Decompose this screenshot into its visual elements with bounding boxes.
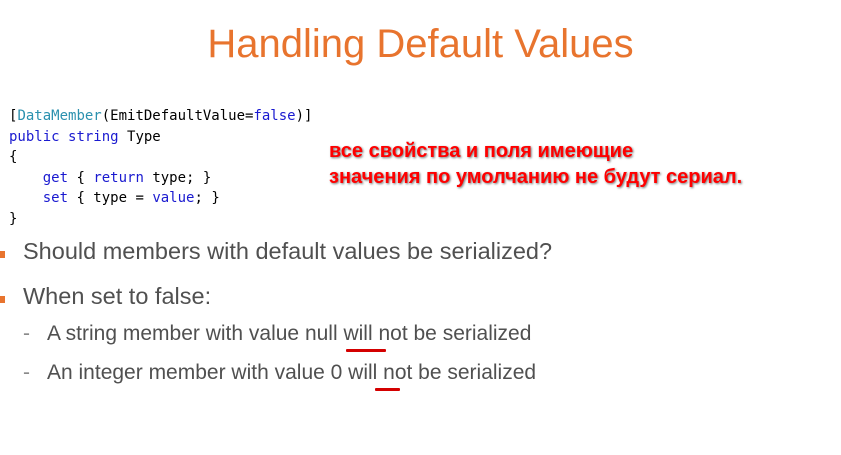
code-token-keyword: set bbox=[42, 190, 69, 206]
sub-bullet-text-before: An integer member with value bbox=[47, 361, 331, 384]
bullet-text: When set to false: bbox=[23, 283, 212, 309]
sub-bullet-text: A string member with value null will not… bbox=[47, 322, 531, 346]
code-token-keyword: get bbox=[42, 169, 69, 186]
code-token: Type bbox=[118, 128, 161, 145]
code-token-keyword: false bbox=[253, 108, 296, 124]
red-underline-zero bbox=[375, 388, 400, 391]
sub-bullet-text: An integer member with value 0 will not … bbox=[47, 361, 536, 385]
sub-bullet-text-after: will not be serialized bbox=[342, 361, 537, 384]
sub-bullet-text-after: will not be serialized bbox=[337, 322, 532, 345]
annotation-line: значения по умолчанию не будут сериал. bbox=[329, 166, 743, 188]
code-token: { bbox=[68, 169, 94, 186]
sub-bullet-text-before: A string member with value bbox=[47, 322, 305, 345]
code-token: type; } bbox=[143, 169, 212, 186]
code-block: [DataMember(EmitDefaultValue=false)] pub… bbox=[9, 106, 312, 229]
code-token: )] bbox=[295, 108, 313, 124]
bullet-marker-icon bbox=[0, 296, 5, 303]
code-token: { bbox=[9, 149, 18, 165]
code-token: (EmitDefaultValue= bbox=[101, 108, 254, 124]
annotation-line: все свойства и поля имеющие bbox=[329, 140, 634, 162]
bullet-text: Should members with default values be se… bbox=[23, 238, 553, 264]
code-token-type: DataMember bbox=[17, 108, 102, 124]
code-token: ; } bbox=[194, 190, 220, 206]
dash-marker: - bbox=[23, 322, 30, 345]
highlighted-value: null bbox=[304, 322, 338, 345]
code-token-keyword: string bbox=[68, 128, 119, 145]
slide-title: Handling Default Values bbox=[207, 22, 634, 66]
highlighted-value: 0 bbox=[330, 361, 343, 384]
code-token-keyword: return bbox=[93, 169, 144, 186]
code-token-keyword: value bbox=[152, 190, 195, 206]
code-token-keyword: public bbox=[9, 128, 60, 145]
dash-marker: - bbox=[23, 361, 30, 384]
bullet-marker-icon bbox=[0, 251, 5, 258]
code-token: { type = bbox=[68, 190, 153, 206]
red-underline-null bbox=[346, 349, 386, 352]
code-token: } bbox=[9, 210, 18, 227]
russian-annotation: все свойства и поля имеющие значения по … bbox=[329, 138, 742, 190]
